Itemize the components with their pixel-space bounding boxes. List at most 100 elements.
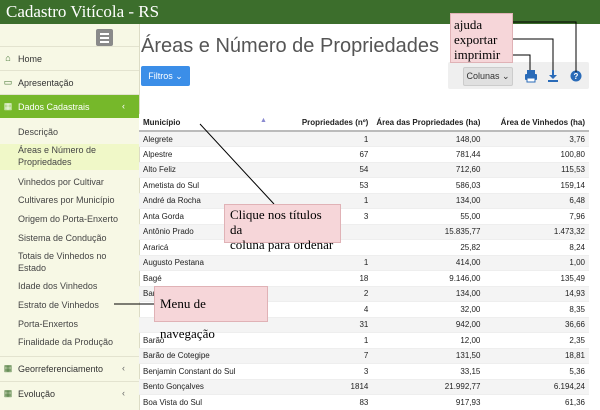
cell-area-propriedades: 15.835,77 [372, 224, 485, 240]
cell-propriedades: 1 [274, 255, 373, 271]
sidebar-item-apresentacao[interactable]: ▭ Apresentação [0, 70, 139, 94]
table-row: Bagé 18 9.146,00 135,49 [139, 270, 589, 287]
chevron-left-icon: ‹ [122, 363, 125, 373]
cell-area-propriedades: 148,00 [372, 131, 485, 147]
table-row: Araricá 25,82 8,24 [139, 239, 589, 256]
cell-area-propriedades: 586,03 [372, 177, 485, 194]
table-row: André da Rocha 1 134,00 6,48 [139, 193, 589, 209]
cell-area-vinhedos: 100,80 [484, 146, 589, 163]
chevron-left-icon: ‹ [122, 101, 125, 111]
page-title: Áreas e Número de Propriedades [141, 35, 439, 57]
help-icon[interactable]: ? [569, 68, 583, 84]
column-header-municipio[interactable]: Município ▲ [139, 114, 275, 132]
monitor-icon: ▭ [3, 77, 13, 87]
table-icon: ▦ [3, 363, 13, 373]
app-title: Cadastro Vitícola - RS [6, 2, 160, 21]
cell-area-propriedades: 917,93 [372, 394, 485, 410]
cell-area-propriedades: 134,00 [372, 286, 485, 302]
sidebar-toggle-button[interactable] [96, 29, 113, 46]
cell-area-vinhedos: 8,35 [484, 301, 589, 318]
print-icon[interactable] [524, 68, 538, 84]
column-header-propriedades[interactable]: Propriedades (nº) [274, 114, 373, 132]
cell-area-vinhedos: 1,00 [484, 255, 589, 271]
cell-municipio: Bagé [139, 270, 275, 287]
sidebar-item-georreferenciamento[interactable]: ▦ Georreferenciamento ‹ [0, 356, 139, 380]
sort-asc-icon: ▲ [260, 117, 267, 124]
cell-area-vinhedos: 36,66 [484, 317, 589, 333]
cell-propriedades: 1814 [274, 379, 373, 395]
table-row: Augusto Pestana 1 414,00 1,00 [139, 255, 589, 271]
column-header-area-propriedades[interactable]: Área das Propriedades (ha) [372, 114, 485, 132]
cell-area-vinhedos: 135,49 [484, 270, 589, 287]
sidebar-item-evolucao[interactable]: ▦ Evolução ‹ [0, 381, 139, 405]
table-header-row: Município ▲ Propriedades (nº) Área das P… [139, 114, 589, 132]
cell-area-propriedades: 21.992,77 [372, 379, 485, 395]
cell-municipio: Boa Vista do Sul [139, 394, 275, 410]
cell-area-vinhedos: 61,36 [484, 394, 589, 410]
annotation-nav-menu: Menu de navegação [154, 286, 268, 341]
cell-area-vinhedos: 5,36 [484, 363, 589, 380]
sidebar-subitem-origem-porta-enxerto[interactable]: Origem do Porta-Enxerto [18, 213, 118, 225]
column-header-area-vinhedos[interactable]: Área de Vinhedos (ha) [484, 114, 589, 132]
cell-municipio: Alpestre [139, 146, 275, 163]
cell-municipio: Alto Feliz [139, 162, 275, 178]
sidebar-subitem-finalidade-producao[interactable]: Finalidade da Produção [18, 336, 113, 348]
cell-propriedades: 3 [274, 363, 373, 380]
chevron-left-icon: ‹ [122, 388, 125, 398]
table-row: Alpestre 67 781,44 100,80 [139, 146, 589, 163]
cell-propriedades: 83 [274, 394, 373, 410]
sidebar-subitem-idade-vinhedos[interactable]: Idade dos Vinhedos [18, 280, 97, 292]
cell-propriedades: 54 [274, 162, 373, 178]
table-row: Benjamin Constant do Sul 3 33,15 5,36 [139, 363, 589, 380]
cell-area-propriedades: 33,15 [372, 363, 485, 380]
sidebar-item-dados-cadastrais[interactable]: ▦ Dados Cadastrais ‹ [0, 94, 139, 118]
sidebar-subitem-areas-propriedades[interactable]: Áreas e Número de Propriedades [0, 144, 139, 170]
sidebar-subitem-vinhedos-cultivar[interactable]: Vinhedos por Cultivar [18, 176, 104, 188]
cell-propriedades: 2 [274, 286, 373, 302]
table-row: Antônio Prado 15.835,77 1.473,32 [139, 224, 589, 240]
cell-area-vinhedos: 8,24 [484, 239, 589, 256]
sidebar-subitem-porta-enxertos[interactable]: Porta-Enxertos [18, 318, 78, 330]
cell-municipio: Augusto Pestana [139, 255, 275, 271]
cell-propriedades: 31 [274, 317, 373, 333]
table-row: Bento Gonçalves 1814 21.992,77 6.194,24 [139, 379, 589, 395]
cell-area-vinhedos: 18,81 [484, 348, 589, 364]
table-icon: ▦ [3, 388, 13, 398]
table-row: Anta Gorda 3 55,00 7,96 [139, 208, 589, 225]
cell-propriedades: 53 [274, 177, 373, 194]
cell-propriedades: 7 [274, 348, 373, 364]
cell-area-propriedades: 9.146,00 [372, 270, 485, 287]
cell-propriedades: 67 [274, 146, 373, 163]
table-icon: ▦ [3, 101, 13, 111]
sidebar-subitem-estrato-vinhedos[interactable]: Estrato de Vinhedos [18, 299, 99, 311]
sidebar-item-home[interactable]: ⌂ Home [0, 46, 139, 70]
cell-area-vinhedos: 14,93 [484, 286, 589, 302]
download-icon[interactable] [546, 68, 560, 84]
cell-propriedades: 4 [274, 301, 373, 318]
table-row: Barão de Cotegipe 7 131,50 18,81 [139, 348, 589, 364]
cell-municipio: Alegrete [139, 131, 275, 147]
cell-municipio: Barão de Cotegipe [139, 348, 275, 364]
cell-propriedades: 18 [274, 270, 373, 287]
hamburger-icon [100, 33, 109, 35]
cell-municipio: Bento Gonçalves [139, 379, 275, 395]
sidebar-subitem-totais-vinhedos[interactable]: Totais de Vinhedos no Estado [18, 250, 106, 274]
sidebar-subitem-cultivares-municipio[interactable]: Cultivares por Município [18, 194, 115, 206]
cell-area-propriedades: 55,00 [372, 208, 485, 225]
cell-area-propriedades: 414,00 [372, 255, 485, 271]
cell-area-vinhedos: 159,14 [484, 177, 589, 194]
cell-area-propriedades: 32,00 [372, 301, 485, 318]
cell-area-vinhedos: 2,35 [484, 332, 589, 349]
sidebar-subitem-sistema-conducao[interactable]: Sistema de Condução [18, 232, 107, 244]
cell-area-propriedades: 781,44 [372, 146, 485, 163]
cell-municipio: Benjamin Constant do Sul [139, 363, 275, 380]
sidebar-subitem-descricao[interactable]: Descrição [18, 126, 58, 138]
cell-area-propriedades: 942,00 [372, 317, 485, 333]
cell-area-vinhedos: 6.194,24 [484, 379, 589, 395]
filtros-button[interactable]: Filtros ⌄ [141, 66, 190, 86]
colunas-button[interactable]: Colunas ⌄ [463, 67, 513, 86]
cell-area-vinhedos: 1.473,32 [484, 224, 589, 240]
cell-propriedades: 1 [274, 332, 373, 349]
cell-area-propriedades: 134,00 [372, 193, 485, 209]
cell-area-propriedades: 25,82 [372, 239, 485, 256]
